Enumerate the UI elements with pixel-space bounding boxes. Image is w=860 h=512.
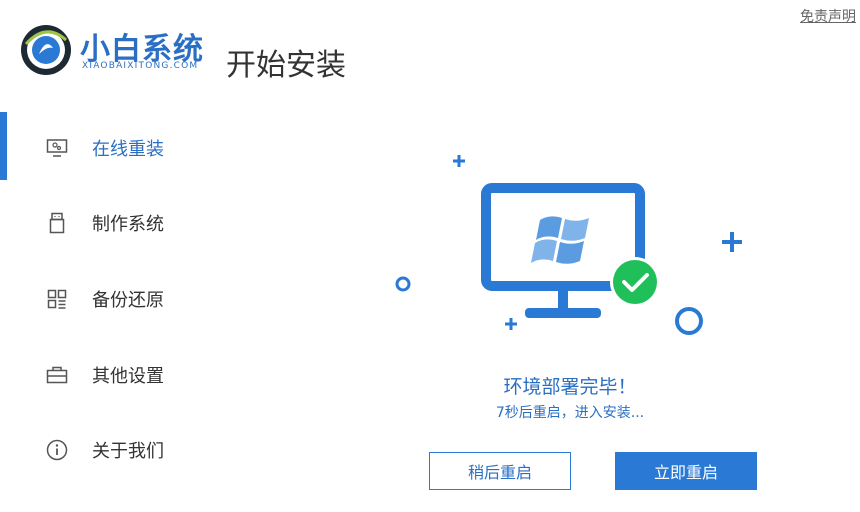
sidebar-item-label: 制作系统 — [92, 214, 164, 235]
usb-drive-icon — [44, 210, 70, 236]
status-title: 环境部署完毕！ — [503, 376, 637, 398]
sidebar-active-indicator — [0, 112, 7, 180]
sidebar-item-online-reinstall[interactable]: 在线重装 — [44, 128, 234, 168]
restart-now-button[interactable]: 立即重启 — [615, 452, 757, 490]
windows-logo-icon — [531, 216, 589, 264]
logo-icon — [20, 24, 72, 76]
ring-icon — [675, 307, 703, 335]
install-ready-illustration — [395, 155, 742, 335]
grid-icon — [44, 286, 70, 312]
restart-countdown: 7秒后重启，进入安装... — [495, 405, 645, 421]
sidebar-item-label: 备份还原 — [92, 290, 164, 311]
sidebar-item-make-system[interactable]: 制作系统 — [44, 203, 234, 243]
sidebar-item-other-settings[interactable]: 其他设置 — [44, 355, 234, 395]
disclaimer-link[interactable]: 免责声明 — [800, 6, 856, 26]
info-icon — [44, 437, 70, 463]
plus-icon — [722, 232, 742, 252]
check-icon — [610, 257, 660, 307]
plus-icon — [453, 155, 465, 167]
ring-icon — [395, 276, 411, 292]
plus-icon — [505, 318, 517, 330]
restart-later-button[interactable]: 稍后重启 — [429, 452, 571, 490]
sidebar-item-label: 关于我们 — [92, 441, 164, 462]
sidebar-item-label: 其他设置 — [92, 366, 164, 387]
sidebar-item-label: 在线重装 — [92, 139, 164, 160]
page-title: 开始安装 — [226, 48, 346, 83]
monitor-icon — [44, 135, 70, 161]
brand-domain: XIAOBAIXITONG.COM — [82, 61, 199, 71]
briefcase-icon — [44, 362, 70, 388]
sidebar-item-backup-restore[interactable]: 备份还原 — [44, 279, 234, 319]
sidebar-item-about-us[interactable]: 关于我们 — [44, 430, 234, 470]
